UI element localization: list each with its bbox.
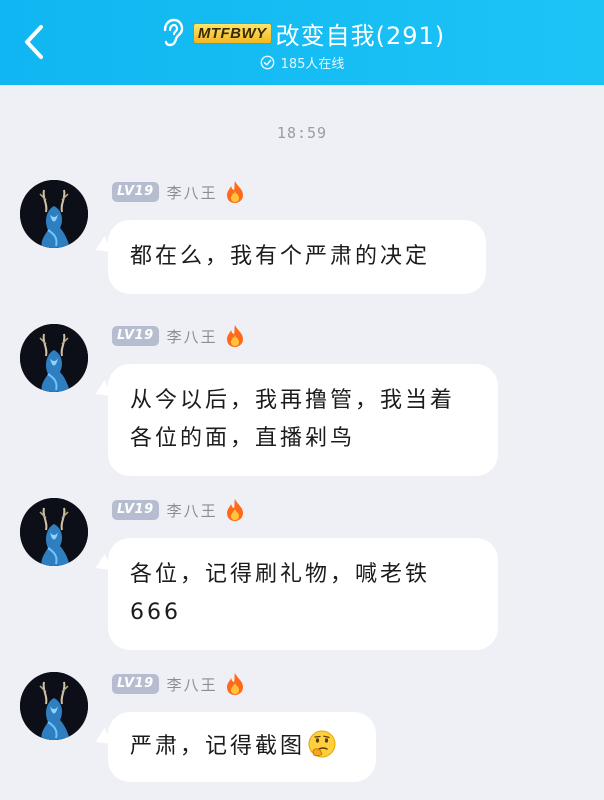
level-badge: LV19 [112, 674, 159, 694]
fire-icon [224, 498, 246, 522]
thinking-face-icon [307, 729, 337, 759]
message-bubble[interactable]: 都在么，我有个严肃的决定 [108, 220, 486, 294]
sender-meta: LV19 李八王 [112, 672, 246, 696]
chat-header: MTFBWY 改变自我(291) 185人在线 [0, 0, 604, 85]
group-title: 改变自我(291) [275, 21, 446, 50]
sender-meta: LV19 李八王 [112, 498, 246, 522]
sender-name[interactable]: 李八王 [167, 182, 218, 203]
avatar[interactable] [20, 324, 88, 392]
group-tag-logo: MTFBWY [192, 22, 272, 44]
message-bubble[interactable]: 严肃，记得截图 [108, 712, 376, 782]
message-text: 都在么，我有个严肃的决定 [130, 244, 431, 269]
level-badge: LV19 [112, 182, 159, 202]
level-badge: LV19 [112, 500, 159, 520]
message-text: 各位，记得刷礼物，喊老铁666 [130, 562, 431, 625]
online-status: 185人在线 [0, 52, 604, 72]
sender-name[interactable]: 李八王 [167, 500, 218, 521]
sender-name[interactable]: 李八王 [167, 326, 218, 347]
avatar[interactable] [20, 498, 88, 566]
message-bubble[interactable]: 从今以后，我再撸管，我当着各位的面，直播剁鸟 [108, 364, 498, 476]
check-circle-icon [260, 55, 275, 70]
fire-icon [224, 672, 246, 696]
sender-meta: LV19 李八王 [112, 324, 246, 348]
avatar[interactable] [20, 672, 88, 740]
message-timestamp: 18:59 [276, 124, 328, 142]
sender-meta: LV19 李八王 [112, 180, 246, 204]
fire-icon [224, 180, 246, 204]
ear-icon[interactable] [159, 18, 185, 48]
message-text: 严肃，记得截图 [130, 734, 306, 759]
online-count: 185人在线 [280, 56, 345, 72]
group-title-row[interactable]: MTFBWY 改变自我(291) [0, 16, 604, 50]
avatar[interactable] [20, 180, 88, 248]
level-badge: LV19 [112, 326, 159, 346]
message-text: 从今以后，我再撸管，我当着各位的面，直播剁鸟 [130, 388, 456, 451]
message-bubble[interactable]: 各位，记得刷礼物，喊老铁666 [108, 538, 498, 650]
sender-name[interactable]: 李八王 [167, 674, 218, 695]
fire-icon [224, 324, 246, 348]
